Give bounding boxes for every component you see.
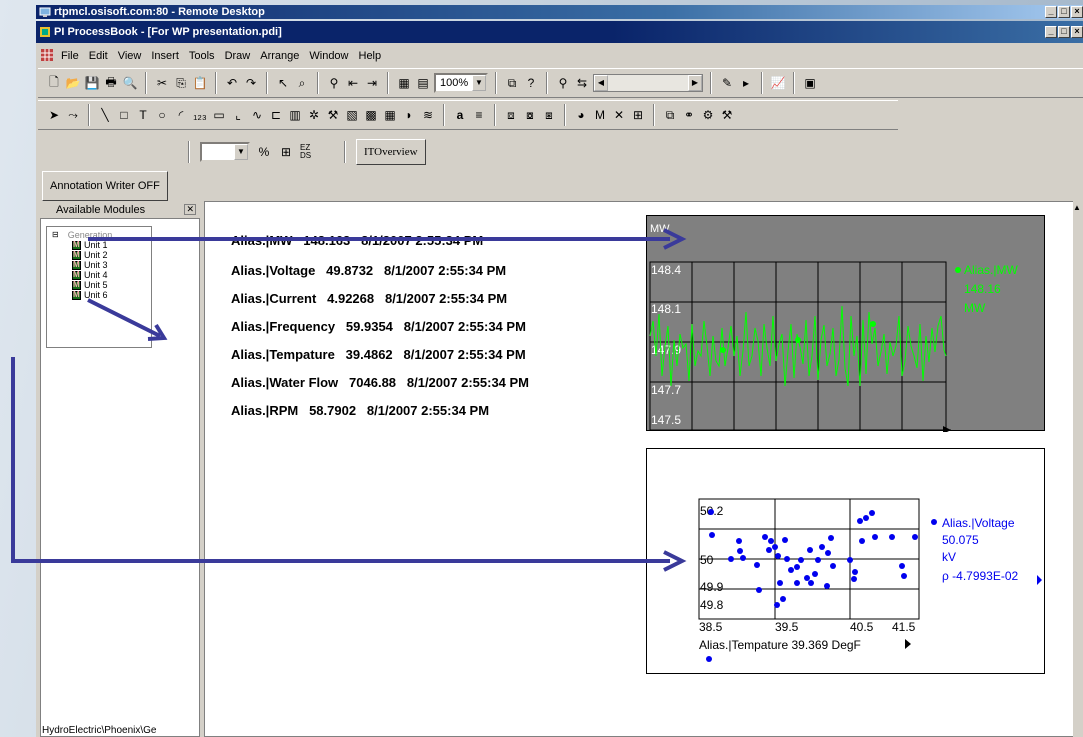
arrow-to-xy	[11, 357, 670, 563]
annotation-arrows	[11, 228, 687, 572]
arrow-to-unit	[87, 298, 161, 338]
